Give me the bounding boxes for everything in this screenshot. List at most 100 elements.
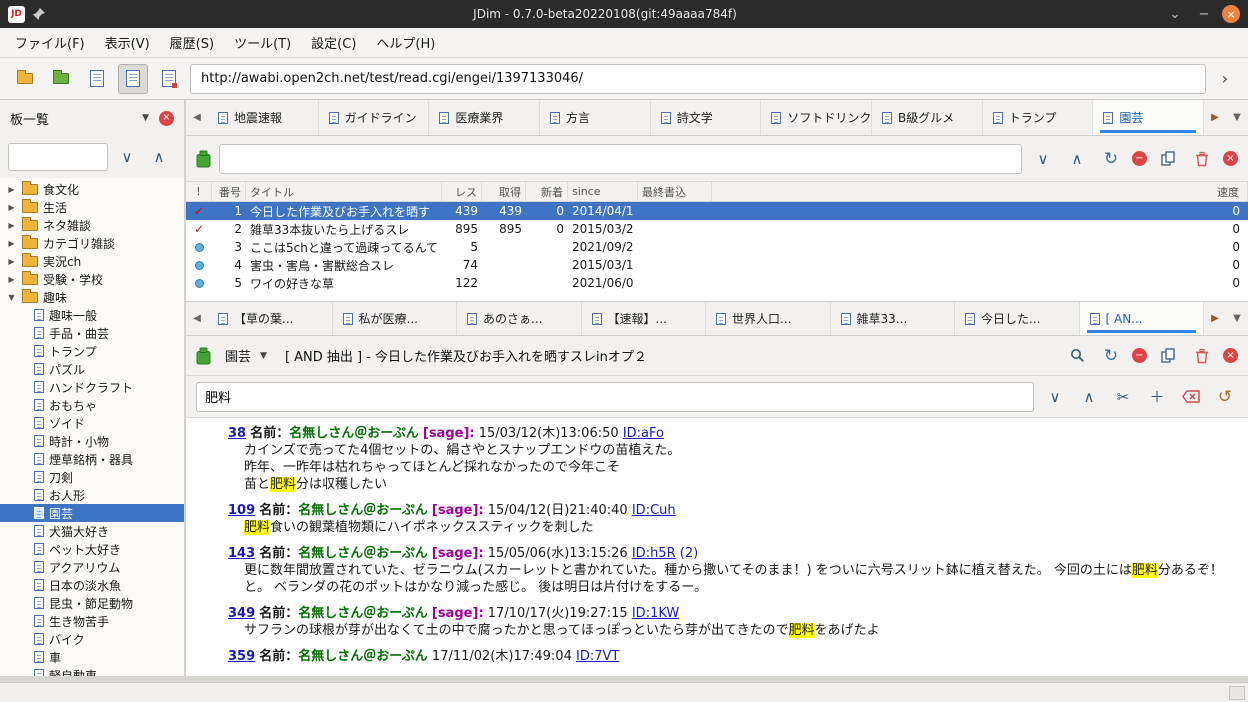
stop-button[interactable]: − <box>1132 151 1147 166</box>
sidebar-search-down-button[interactable]: ∨ <box>114 144 140 170</box>
menu-file[interactable]: ファイル(F) <box>6 29 94 56</box>
threadlist-button[interactable] <box>82 64 112 94</box>
thread-row[interactable]: ✓1今日した作業及びお手入れを晒す43943902014/04/10 <box>186 202 1248 220</box>
column-header[interactable]: 取得 <box>482 182 526 201</box>
open-url-button[interactable]: › <box>1212 66 1238 92</box>
thread-search-input[interactable] <box>196 382 1034 412</box>
board-tab[interactable]: 地震速報 <box>208 100 319 135</box>
sidebar-board-item[interactable]: 煙草銘柄・器具 <box>0 450 184 468</box>
close-tab-button[interactable]: × <box>1223 151 1238 166</box>
post-number-link[interactable]: 109 <box>228 503 255 518</box>
reload-button[interactable]: ↻ <box>1098 343 1124 369</box>
sidebar-board-item[interactable]: 趣味一般 <box>0 306 184 324</box>
search-up-button[interactable]: ∧ <box>1076 384 1102 410</box>
search-down-button[interactable]: ∨ <box>1042 384 1068 410</box>
thread-tab[interactable]: あのさぁ... <box>457 302 582 335</box>
tab-prev-icon[interactable]: ◀ <box>186 100 208 135</box>
sidebar-board-item[interactable]: トランプ <box>0 342 184 360</box>
column-header[interactable]: レス <box>442 182 482 201</box>
sidebar-board-item[interactable]: 手品・曲芸 <box>0 324 184 342</box>
sidebar-board-item[interactable]: 車 <box>0 648 184 666</box>
search-button[interactable] <box>1064 343 1090 369</box>
sidebar-board-item[interactable]: お人形 <box>0 486 184 504</box>
minimize-button[interactable]: − <box>1193 4 1215 24</box>
sidebar-search-input[interactable] <box>8 143 108 171</box>
category-row[interactable]: ▶生活 <box>0 198 184 216</box>
column-header[interactable]: 番号 <box>212 182 246 201</box>
thread-row[interactable]: ✓2雑草33本抜いたら上げるスレ89589502015/03/20 <box>186 220 1248 238</box>
menu-help[interactable]: ヘルプ(H) <box>367 29 444 56</box>
extract-button[interactable]: ✂ <box>1110 384 1136 410</box>
menu-settings[interactable]: 設定(C) <box>302 29 365 56</box>
post-id-link[interactable]: ID:1KW <box>632 606 679 621</box>
chevron-collapsed-icon[interactable]: ▶ <box>6 239 17 248</box>
sidebar-board-item[interactable]: 園芸 <box>0 504 184 522</box>
thread-tab[interactable]: 今日した... <box>955 302 1080 335</box>
sidebar-board-item[interactable]: アクアリウム <box>0 558 184 576</box>
post-number-link[interactable]: 359 <box>228 649 255 664</box>
delete-button[interactable] <box>1189 146 1215 172</box>
add-term-button[interactable]: ＋ <box>1144 384 1170 410</box>
menu-view[interactable]: 表示(V) <box>96 29 159 56</box>
thread-row[interactable]: 4害虫・害鳥・害獣総合スレ742015/03/10 <box>186 256 1248 274</box>
clear-button[interactable] <box>1178 384 1204 410</box>
category-row[interactable]: ▶食文化 <box>0 180 184 198</box>
sidebar-board-item[interactable]: 犬猫大好き <box>0 522 184 540</box>
column-header[interactable]: 最終書込 <box>638 182 712 201</box>
category-row[interactable]: ▶実況ch <box>0 252 184 270</box>
thread-row[interactable]: 5ワイの好きな草1222021/06/00 <box>186 274 1248 292</box>
threadlist-filter-input[interactable] <box>219 144 1022 174</box>
thread-tab[interactable]: 世界人口... <box>706 302 831 335</box>
post-number-link[interactable]: 38 <box>228 426 246 441</box>
menu-history[interactable]: 履歴(S) <box>161 29 223 56</box>
boardlist-button[interactable] <box>10 64 40 94</box>
delete-button[interactable] <box>1189 343 1215 369</box>
board-tab[interactable]: B級グルメ <box>872 100 983 135</box>
copy-button[interactable] <box>1155 146 1181 172</box>
sidebar-board-item[interactable]: 刀剣 <box>0 468 184 486</box>
board-tab[interactable]: 園芸 <box>1093 100 1204 135</box>
chevron-collapsed-icon[interactable]: ▶ <box>6 257 17 266</box>
column-header[interactable]: ! <box>186 182 212 201</box>
sidebar-board-item[interactable]: 時計・小物 <box>0 432 184 450</box>
column-header[interactable]: 速度 <box>1200 182 1248 201</box>
favorites-button[interactable] <box>46 64 76 94</box>
sidebar-board-item[interactable]: 生き物苦手 <box>0 612 184 630</box>
post-number-link[interactable]: 349 <box>228 606 255 621</box>
board-tab[interactable]: 方言 <box>540 100 651 135</box>
close-tab-button[interactable]: × <box>1223 348 1238 363</box>
sidebar-board-item[interactable]: ハンドクラフト <box>0 378 184 396</box>
sidebar-board-item[interactable]: 軽自動車 <box>0 666 184 676</box>
category-row[interactable]: ▶カテゴリ雑談 <box>0 234 184 252</box>
thread-tab[interactable]: 私が医療... <box>333 302 458 335</box>
chevron-expanded-icon[interactable]: ▼ <box>6 293 17 302</box>
sidebar-board-item[interactable]: ペット大好き <box>0 540 184 558</box>
category-row[interactable]: ▼趣味 <box>0 288 184 306</box>
sidebar-board-item[interactable]: バイク <box>0 630 184 648</box>
chevron-collapsed-icon[interactable]: ▶ <box>6 185 17 194</box>
thread-tab[interactable]: 【草の葉... <box>208 302 333 335</box>
shade-button[interactable]: ⌄ <box>1164 4 1186 24</box>
close-window-button[interactable]: × <box>1222 5 1240 23</box>
board-tab[interactable]: ソフトドリンク <box>761 100 872 135</box>
chevron-collapsed-icon[interactable]: ▶ <box>6 203 17 212</box>
tab-next-icon[interactable]: ▶ <box>1204 100 1226 135</box>
stop-button[interactable]: − <box>1132 348 1147 363</box>
board-tab[interactable]: トランプ <box>983 100 1094 135</box>
sidebar-board-item[interactable]: パズル <box>0 360 184 378</box>
column-header[interactable]: タイトル <box>246 182 442 201</box>
sidebar-search-up-button[interactable]: ∧ <box>146 144 172 170</box>
resize-grip[interactable] <box>1229 686 1245 700</box>
post-number-link[interactable]: 143 <box>228 546 255 561</box>
thread-tab[interactable]: [ AN... <box>1080 302 1205 335</box>
sidebar-board-item[interactable]: ゾイド <box>0 414 184 432</box>
url-input[interactable] <box>190 64 1206 94</box>
sidebar-dropdown-icon[interactable]: ▼ <box>138 113 153 123</box>
board-select-dropdown[interactable]: 園芸 ▼ <box>219 343 277 368</box>
sidebar-close-button[interactable]: × <box>159 111 174 126</box>
post-id-link[interactable]: ID:aFo <box>623 426 664 441</box>
tab-next-icon[interactable]: ▶ <box>1204 302 1226 335</box>
thread-tab[interactable]: 【速報】... <box>582 302 707 335</box>
sidebar-board-item[interactable]: 日本の淡水魚 <box>0 576 184 594</box>
chevron-collapsed-icon[interactable]: ▶ <box>6 275 17 284</box>
